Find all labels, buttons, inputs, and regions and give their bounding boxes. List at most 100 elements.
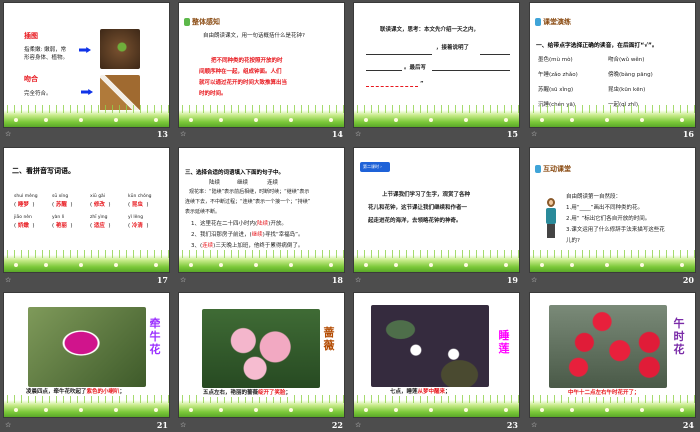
grass-decoration: [179, 395, 344, 417]
blank-line[interactable]: [366, 70, 402, 71]
answer-word: 冷清: [131, 223, 143, 229]
daisy-icon: [364, 118, 368, 122]
grass-decoration: [530, 250, 695, 272]
noon-flower-image: [549, 305, 667, 388]
slide-14[interactable]: 整体感知 自由朗读课文，用一句话概括什么是花钟? 把不同种类的花按照开放的时 间…: [178, 2, 345, 128]
question: 自由朗读课文，用一句话概括什么是花钟?: [203, 33, 305, 39]
transition-icon[interactable]: ☆: [531, 276, 537, 284]
caption: 凌晨四点，牵牛花吹起了紫色的小喇叭；: [26, 389, 126, 396]
bottle-icon: [535, 165, 541, 173]
slide-number: 18: [331, 275, 343, 285]
answer-box[interactable]: ( 昆虫 ): [128, 200, 149, 208]
intro-line: 上节课我们学习了生字，观赏了各种: [382, 192, 471, 198]
grass-decoration: [4, 250, 169, 272]
section-title: 三、选择合适的词语填入下面的句子中。: [185, 170, 285, 176]
slide-18[interactable]: 三、选择合适的词语填入下面的句子中。 陆续 继续 连续 观花率：“陆续”表示前后…: [178, 147, 345, 273]
answer-box[interactable]: ( 苏醒 ): [52, 200, 73, 208]
answer-box[interactable]: ( 适应 ): [90, 221, 111, 229]
answer-line: 间顺序种在一起，组成钟面。人们: [199, 69, 282, 75]
daisy-icon: [680, 408, 684, 412]
task-line: 1.用“____”画出不同种类的花。: [566, 205, 643, 211]
bottle-icon: [184, 18, 190, 26]
slide-19[interactable]: 第二课时 › 上节课我们学习了生字，观赏了各种 花儿和花钟，这节课让我们继续和作…: [353, 147, 520, 273]
daisy-icon: [464, 408, 468, 412]
slide-17[interactable]: 二、看拼音写词语。 shuì mèng( 睡梦 ) sū xǐng( 苏醒 ) xi…: [3, 147, 170, 273]
flower-name: 牵牛花: [149, 317, 161, 356]
daisy-icon: [394, 118, 398, 122]
transition-icon[interactable]: ☆: [180, 421, 186, 429]
answer-box[interactable]: ( 冷清 ): [128, 221, 149, 229]
lesson-badge: 第二课时 ›: [360, 162, 390, 172]
pinyin: kūn chóng: [128, 194, 152, 199]
daisy-icon: [364, 408, 368, 412]
slide-13[interactable]: 插图 指柔嫩: 嫩弱，常 形容身体、植物。 吻合 完全符合。: [3, 2, 170, 128]
slide-16[interactable]: 课堂演练 一、给带点字选择正确的读音，在后面打“√”。 墨色(mù mò) 吻合…: [529, 2, 696, 128]
slide-23[interactable]: 睡莲 七点，睡莲从梦中醒来；: [353, 292, 520, 418]
daisy-icon: [394, 263, 398, 267]
term-definition: 指柔嫩: 嫩弱，常: [24, 47, 67, 53]
grass-decoration: [354, 105, 519, 127]
flower-name: 午时花: [673, 317, 685, 356]
daisy-icon: [189, 263, 193, 267]
section-title-text: 整体感知: [192, 18, 220, 26]
term-definition: 完全符合。: [24, 91, 52, 97]
section-title: 整体感知: [184, 17, 220, 27]
daisy-icon: [605, 408, 609, 412]
prompt-line: ，接着说明了: [436, 45, 470, 51]
daisy-icon: [540, 408, 544, 412]
sentence: 2、我们沿那房子前进，(继续)寻找“幸福岛”。: [191, 232, 304, 238]
answer-box[interactable]: ( 娇嫩 ): [14, 221, 35, 229]
answer-box[interactable]: ( 修改 ): [90, 200, 111, 208]
transition-icon[interactable]: ☆: [5, 421, 11, 429]
transition-icon[interactable]: ☆: [180, 276, 186, 284]
daisy-icon: [289, 263, 293, 267]
daisy-icon: [605, 263, 609, 267]
grass-decoration: [4, 105, 169, 127]
section-title-text: 互动课堂: [543, 165, 571, 173]
daisy-icon: [14, 408, 18, 412]
transition-icon[interactable]: ☆: [5, 130, 11, 138]
slide-20[interactable]: 互动课堂 自由朗读第一自然段： 1.用“____”画出不同种类的花。 2.用“ …: [529, 147, 696, 273]
daisy-icon: [154, 118, 158, 122]
transition-icon[interactable]: ☆: [5, 276, 11, 284]
transition-icon[interactable]: ☆: [355, 130, 361, 138]
seedling-image: [100, 29, 140, 69]
answer-box[interactable]: ( 艳丽 ): [52, 221, 73, 229]
slide-number: 22: [331, 420, 343, 430]
slide-22[interactable]: 蔷薇 五点左右，艳丽的蔷薇绽开了笑脸；: [178, 292, 345, 418]
daisy-icon: [289, 118, 293, 122]
daisy-icon: [640, 408, 644, 412]
answer-word: 昆虫: [131, 202, 143, 208]
answer-line: 把不同种类的花按照开放的时: [211, 58, 283, 64]
daisy-icon: [219, 408, 223, 412]
exercise-item: 苏醒(sū xǐng): [538, 87, 574, 93]
transition-icon[interactable]: ☆: [355, 421, 361, 429]
daisy-icon: [429, 408, 433, 412]
slide-21[interactable]: 牵牛花 凌晨四点，牵牛花吹起了紫色的小喇叭；: [3, 292, 170, 418]
term-definition: 形容身体、植物。: [24, 55, 69, 61]
blank-line[interactable]: [366, 54, 432, 55]
slide-number: 24: [682, 420, 694, 430]
blank-line[interactable]: [480, 54, 510, 55]
pinyin: zhī yìng: [90, 215, 108, 220]
morning-glory-image: [28, 307, 146, 387]
answer-box[interactable]: ( 睡梦 ): [14, 200, 35, 208]
word-option: 连续: [267, 180, 279, 186]
daisy-icon: [540, 118, 544, 122]
flower-name: 蔷薇: [323, 326, 335, 352]
exercise-item: 午睡(zǎo zhǎo): [538, 72, 578, 78]
transition-icon[interactable]: ☆: [180, 130, 186, 138]
transition-icon[interactable]: ☆: [531, 130, 537, 138]
daisy-icon: [114, 263, 118, 267]
transition-icon[interactable]: ☆: [355, 276, 361, 284]
slide-footer: ☆ 16: [529, 129, 696, 141]
slide-footer: ☆ 15: [353, 129, 520, 141]
slide-15[interactable]: 联读课文，思考：本文先介绍一天之内， ，接着说明了 。最后写 ”: [353, 2, 520, 128]
slide-number: 19: [506, 275, 518, 285]
transition-icon[interactable]: ☆: [531, 421, 537, 429]
daisy-icon: [394, 408, 398, 412]
daisy-icon: [364, 263, 368, 267]
blank-line[interactable]: [432, 70, 510, 71]
slide-24[interactable]: 午时花 中午十二点左右午时花开了；: [529, 292, 696, 418]
grass-decoration: [4, 395, 169, 417]
